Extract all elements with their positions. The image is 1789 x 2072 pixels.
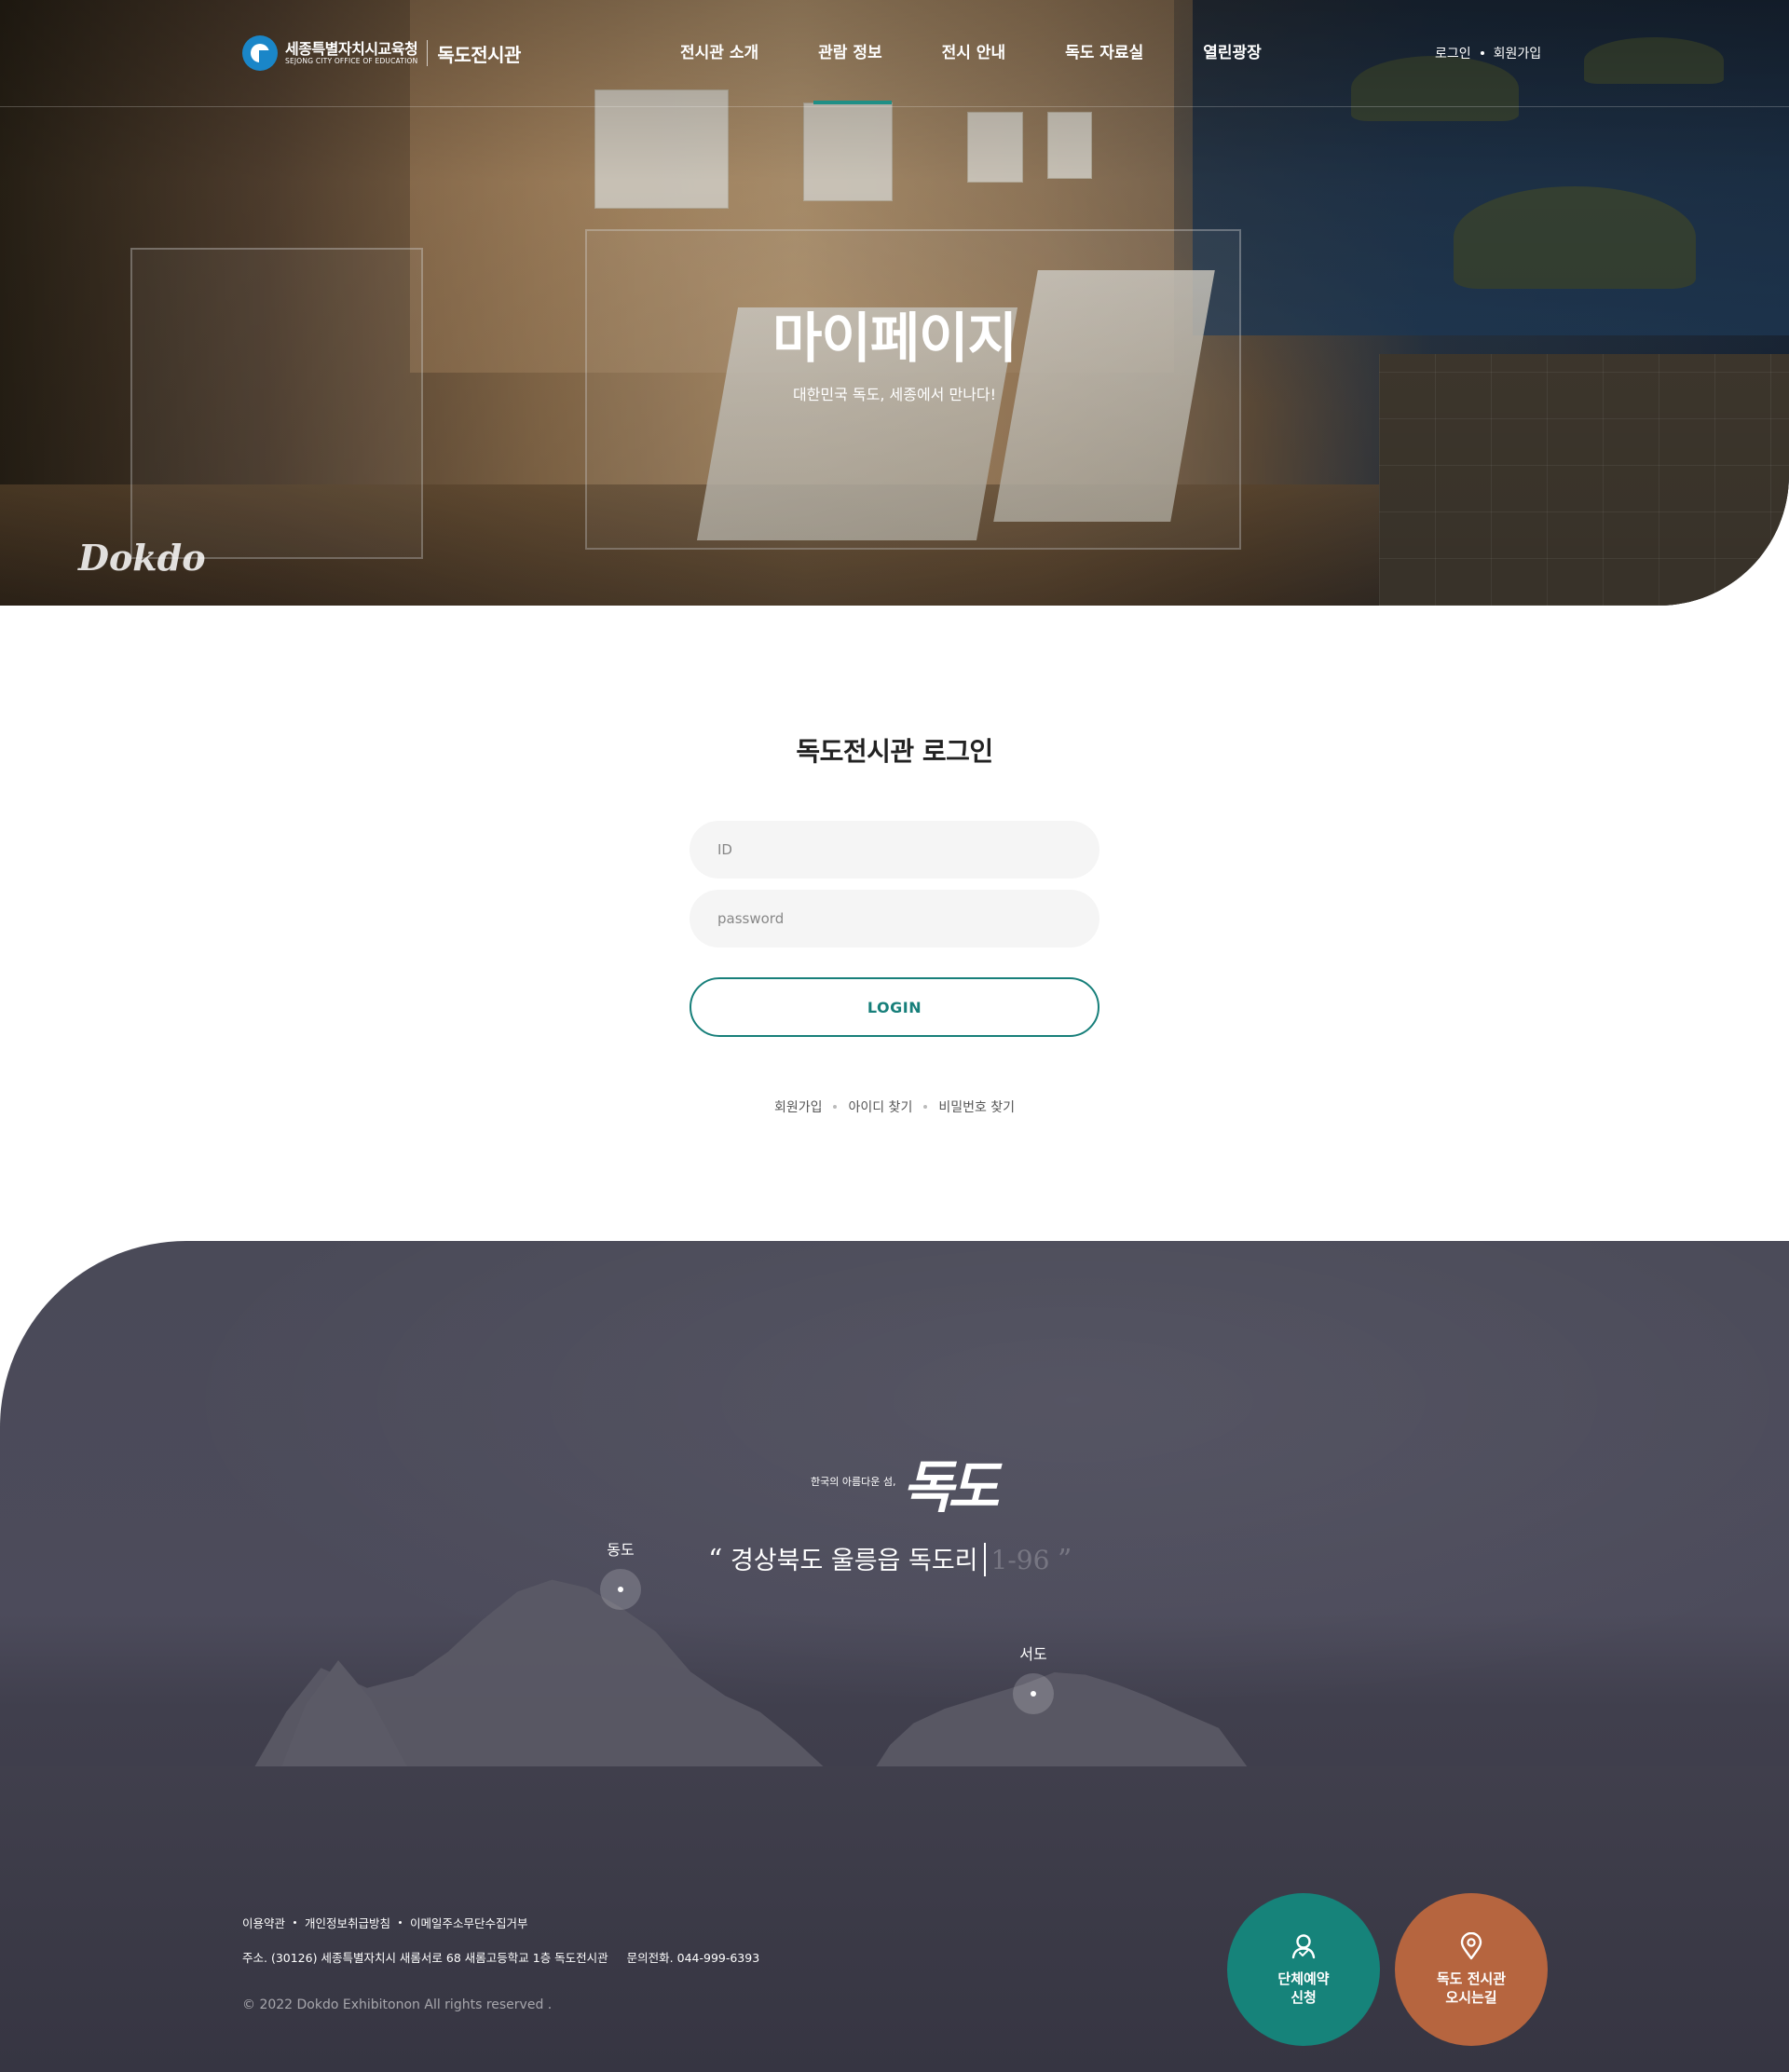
terms-link[interactable]: 이용약관 xyxy=(242,1914,285,1931)
page-subtitle: 대한민국 독도, 세종에서 만나다! xyxy=(792,386,997,403)
login-button[interactable]: LOGIN xyxy=(690,977,1099,1037)
dokdo-watermark-logo: Dokdo xyxy=(78,537,206,579)
id-input[interactable] xyxy=(690,821,1099,879)
site-header: 세종특별자치시교육청 SEJONG CITY OFFICE OF EDUCATI… xyxy=(0,0,1789,107)
site-logo[interactable]: 세종특별자치시교육청 SEJONG CITY OFFICE OF EDUCATI… xyxy=(242,35,521,71)
directions-button[interactable]: 독도 전시관 오시는길 xyxy=(1395,1893,1548,2046)
marker-label: 동도 xyxy=(607,1541,635,1559)
quote-open: “ xyxy=(708,1544,723,1576)
link-separator xyxy=(833,1105,838,1109)
sejong-emblem-icon xyxy=(242,35,278,71)
logo-divider xyxy=(427,40,429,66)
marker-seodo[interactable]: 서도 xyxy=(1013,1642,1054,1714)
nav-item-about[interactable]: 전시관 소개 xyxy=(680,39,758,62)
site-footer: 한국의 아름다운 섬, 독도 “ 경상북도 울릉읍 독도리 1-96 ” 동도 … xyxy=(0,1241,1789,2072)
footer-sky xyxy=(0,1241,1789,1772)
email-policy-link[interactable]: 이메일주소무단수집거부 xyxy=(410,1914,528,1931)
login-title: 독도전시관 로그인 xyxy=(796,736,993,767)
footer-links: 이용약관 개인정보취급방침 이메일주소무단수집거부 xyxy=(242,1914,528,1931)
marker-label: 서도 xyxy=(1019,1645,1047,1663)
page-title: 마이페이지 xyxy=(772,307,1017,370)
directions-label-1: 독도 전시관 xyxy=(1436,1970,1507,1987)
find-password-link[interactable]: 비밀번호 찾기 xyxy=(938,1097,1015,1116)
logo-org: 세종특별자치시교육청 SEJONG CITY OFFICE OF EDUCATI… xyxy=(285,40,418,65)
join-link[interactable]: 회원가입 xyxy=(1494,44,1542,62)
link-separator xyxy=(294,1921,297,1924)
marker-dot-icon xyxy=(1013,1673,1054,1714)
footer-address: 주소. (30126) 세종특별자치시 새롬서로 68 새롬고등학교 1층 독도… xyxy=(242,1951,608,1965)
directions-label-2: 오시는길 xyxy=(1445,1989,1497,2006)
typing-cursor xyxy=(983,1543,986,1576)
login-links: 회원가입 아이디 찾기 비밀번호 찾기 xyxy=(0,1097,1789,1116)
main-nav: 전시관 소개 관람 정보 전시 안내 독도 자료실 열린광장 xyxy=(680,39,1321,62)
nav-item-visit-info[interactable]: 관람 정보 xyxy=(818,39,881,62)
nav-item-open-square[interactable]: 열린광장 xyxy=(1203,39,1262,62)
logo-site-name: 독도전시관 xyxy=(437,43,521,66)
footer-tagline: 한국의 아름다운 섬, xyxy=(811,1476,896,1488)
nav-item-exhibition[interactable]: 전시 안내 xyxy=(942,39,1005,62)
marker-dot-icon xyxy=(600,1569,641,1610)
hero-banner: 세종특별자치시교육청 SEJONG CITY OFFICE OF EDUCATI… xyxy=(0,0,1789,606)
join-link-login[interactable]: 회원가입 xyxy=(774,1097,823,1116)
logo-org-en: SEJONG CITY OFFICE OF EDUCATION xyxy=(285,56,418,65)
reservation-label-1: 단체예약 xyxy=(1277,1970,1330,1987)
user-check-icon xyxy=(1291,1934,1316,1958)
marker-dongdo[interactable]: 동도 xyxy=(600,1537,641,1610)
reservation-label-2: 신청 xyxy=(1291,1989,1317,2006)
address-quote: “ 경상북도 울릉읍 독도리 1-96 ” xyxy=(708,1535,1072,1576)
util-menu: 로그인 회원가입 xyxy=(1435,44,1541,62)
login-link[interactable]: 로그인 xyxy=(1435,44,1471,62)
footer-contact: 주소. (30126) 세종특별자치시 새롬서로 68 새롬고등학교 1층 독도… xyxy=(242,1948,759,1966)
util-separator xyxy=(1480,51,1484,55)
privacy-link[interactable]: 개인정보취급방침 xyxy=(305,1914,390,1931)
footer-phone: 문의전화. 044-999-6393 xyxy=(626,1951,760,1965)
address-typed: 경상북도 울릉읍 독도리 xyxy=(730,1547,978,1575)
group-reservation-button[interactable]: 단체예약 신청 xyxy=(1227,1893,1380,2046)
address-rest: 1-96 xyxy=(990,1545,1050,1575)
dokdo-calligraphy: 독도 xyxy=(902,1455,999,1520)
link-separator xyxy=(399,1921,403,1924)
password-input[interactable] xyxy=(690,890,1099,947)
link-separator xyxy=(923,1105,928,1109)
quote-close: ” xyxy=(1058,1544,1072,1576)
nav-item-archive[interactable]: 독도 자료실 xyxy=(1065,39,1143,62)
map-pin-icon xyxy=(1460,1931,1482,1959)
copyright: © 2022 Dokdo Exhibitonon All rights rese… xyxy=(242,1997,553,2012)
find-id-link[interactable]: 아이디 찾기 xyxy=(848,1097,912,1116)
nav-active-indicator xyxy=(813,101,892,104)
logo-org-ko: 세종특별자치시교육청 xyxy=(285,40,418,59)
